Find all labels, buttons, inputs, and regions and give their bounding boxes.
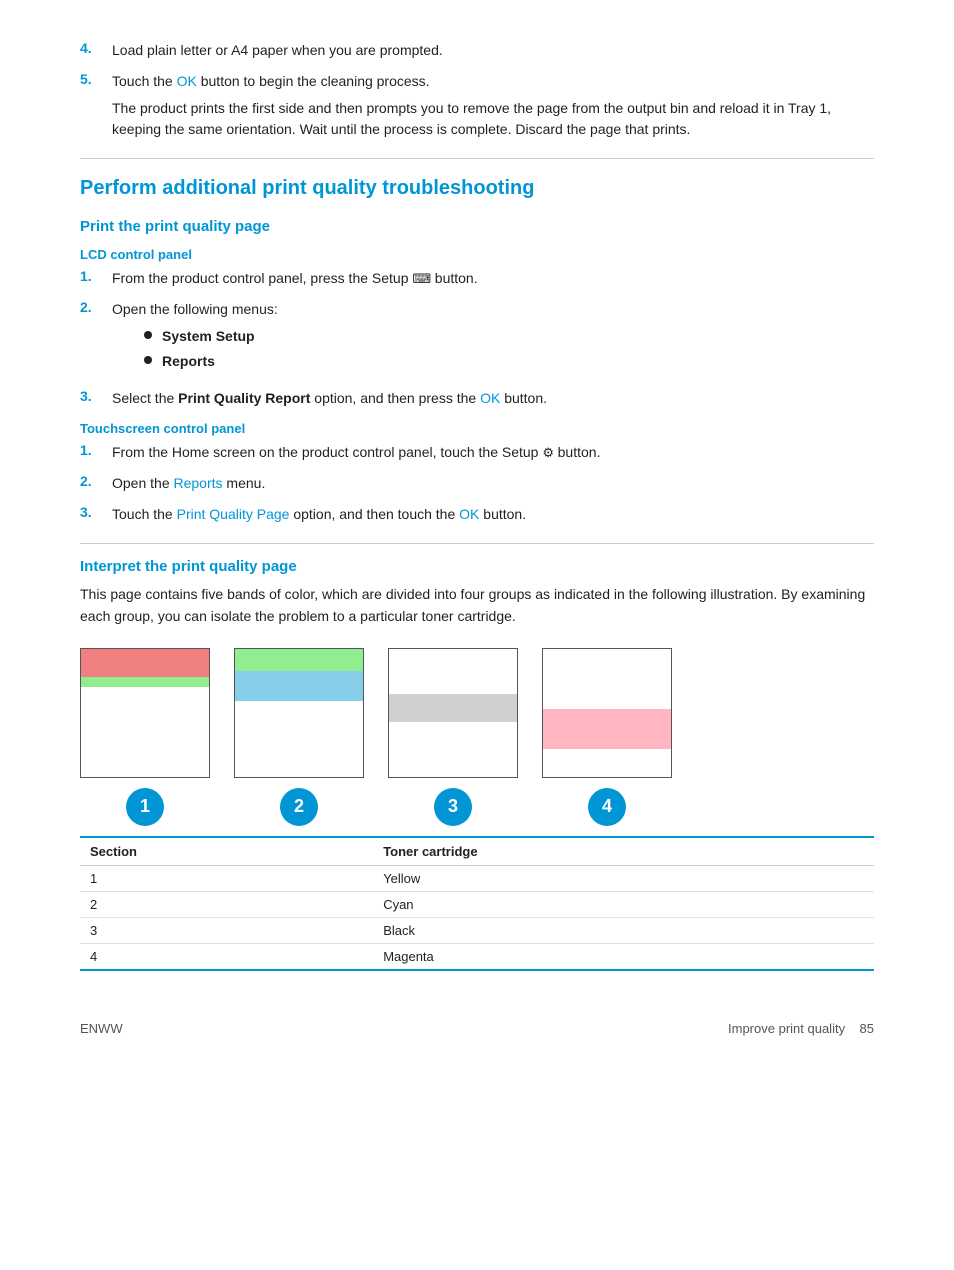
lcd-step-1-text: From the product control panel, press th… (112, 270, 409, 286)
lcd-step-3-pre: Select the (112, 390, 178, 406)
h3-lcd: LCD control panel (80, 247, 874, 262)
bullet-1-text: System Setup (162, 326, 255, 347)
step-5-ok-link[interactable]: OK (177, 73, 197, 89)
bullet-reports: Reports (144, 351, 874, 372)
step-5-pre: Touch the (112, 73, 177, 89)
touch-step-3-num: 3. (80, 504, 112, 525)
table-cell-section: 2 (80, 891, 373, 917)
table-row: 4Magenta (80, 943, 874, 970)
color-box-3-wrapper: 3 (388, 648, 518, 826)
lcd-step-3-ok-link[interactable]: OK (480, 390, 500, 406)
step-5-num: 5. (80, 71, 112, 140)
band-1-pink (81, 649, 209, 677)
lcd-step-1-num: 1. (80, 268, 112, 289)
touch-step-1-post: button. (558, 444, 601, 460)
circle-4: 4 (588, 788, 626, 826)
color-box-2-wrapper: 2 (234, 648, 364, 826)
step-4-content: Load plain letter or A4 paper when you a… (112, 40, 874, 61)
circle-2: 2 (280, 788, 318, 826)
circle-1: 1 (126, 788, 164, 826)
touch-step-1-text: From the Home screen on the product cont… (112, 444, 538, 460)
circle-3: 3 (434, 788, 472, 826)
bullet-dot-2 (144, 356, 152, 364)
touch-step-3-mid: option, and then touch the (289, 506, 459, 522)
footer-title: Improve print quality (728, 1021, 845, 1036)
section-divider-2 (80, 543, 874, 544)
toner-table: Section Toner cartridge 1Yellow2Cyan3Bla… (80, 836, 874, 971)
bullet-system-setup: System Setup (144, 326, 874, 347)
col-section-header: Section (80, 837, 373, 866)
color-box-4-wrapper: 4 (542, 648, 672, 826)
bullet-2-text: Reports (162, 351, 215, 372)
lcd-step-2-content: Open the following menus: System Setup R… (112, 299, 874, 378)
main-heading: Perform additional print quality trouble… (80, 177, 874, 204)
touch-step-1-content: From the Home screen on the product cont… (112, 442, 874, 463)
footer-enww: ENWW (80, 1021, 123, 1036)
h2-interpret: Interpret the print quality page (80, 558, 874, 575)
touch-step-2-content: Open the Reports menu. (112, 473, 874, 494)
table-cell-toner: Yellow (373, 865, 874, 891)
band-3-gray (389, 694, 517, 722)
color-illustration: 1 2 3 4 (80, 648, 874, 826)
lcd-step-2-text: Open the following menus: (112, 301, 278, 317)
band-2-green (235, 649, 363, 671)
touch-step-3-pqp-link[interactable]: Print Quality Page (177, 506, 290, 522)
lcd-step-3-post: button. (500, 390, 547, 406)
lcd-step-3-content: Select the Print Quality Report option, … (112, 388, 874, 409)
lcd-bullet-list: System Setup Reports (144, 326, 874, 372)
lcd-step-1-post: button. (435, 270, 478, 286)
color-box-4 (542, 648, 672, 778)
table-cell-toner: Magenta (373, 943, 874, 970)
table-cell-section: 3 (80, 917, 373, 943)
wrench-icon: ⌨ (412, 271, 434, 286)
interpret-para: This page contains five bands of color, … (80, 583, 874, 628)
band-1-green (81, 677, 209, 687)
lcd-step-1-content: From the product control panel, press th… (112, 268, 874, 289)
touch-step-1-num: 1. (80, 442, 112, 463)
col-toner-header: Toner cartridge (373, 837, 874, 866)
section-divider (80, 158, 874, 159)
touch-step-2-num: 2. (80, 473, 112, 494)
table-row: 1Yellow (80, 865, 874, 891)
lcd-step-3-num: 3. (80, 388, 112, 409)
step-5-note: The product prints the first side and th… (112, 98, 874, 140)
table-header-row: Section Toner cartridge (80, 837, 874, 866)
footer-right: Improve print quality 85 (728, 1021, 874, 1036)
step-5-post: button to begin the cleaning process. (197, 73, 430, 89)
lcd-step-2-num: 2. (80, 299, 112, 378)
band-2-blue (235, 671, 363, 701)
touch-step-3-pre: Touch the (112, 506, 177, 522)
step-4-num: 4. (80, 40, 112, 61)
step-4-text: Load plain letter or A4 paper when you a… (112, 42, 443, 58)
color-box-1 (80, 648, 210, 778)
lcd-step-3-mid: option, and then press the (310, 390, 480, 406)
color-box-1-wrapper: 1 (80, 648, 210, 826)
touch-step-2-post: menu. (223, 475, 266, 491)
touch-step-3-post: button. (479, 506, 526, 522)
step-5-content: Touch the OK button to begin the cleanin… (112, 71, 874, 140)
table-cell-section: 4 (80, 943, 373, 970)
table-row: 3Black (80, 917, 874, 943)
page-footer: ENWW Improve print quality 85 (80, 1011, 874, 1036)
table-cell-section: 1 (80, 865, 373, 891)
lcd-step-3-bold: Print Quality Report (178, 390, 310, 406)
table-row: 2Cyan (80, 891, 874, 917)
touch-step-3-ok-link[interactable]: OK (459, 506, 479, 522)
table-cell-toner: Black (373, 917, 874, 943)
color-box-2 (234, 648, 364, 778)
footer-page: 85 (860, 1021, 874, 1036)
gear-icon: ⚙ (542, 445, 557, 460)
h3-touch: Touchscreen control panel (80, 421, 874, 436)
color-box-3 (388, 648, 518, 778)
band-4-pink (543, 709, 671, 749)
bullet-dot (144, 331, 152, 339)
table-cell-toner: Cyan (373, 891, 874, 917)
touch-step-2-pre: Open the (112, 475, 174, 491)
touch-step-3-content: Touch the Print Quality Page option, and… (112, 504, 874, 525)
touch-step-2-reports-link[interactable]: Reports (174, 475, 223, 491)
h2-print: Print the print quality page (80, 218, 874, 235)
